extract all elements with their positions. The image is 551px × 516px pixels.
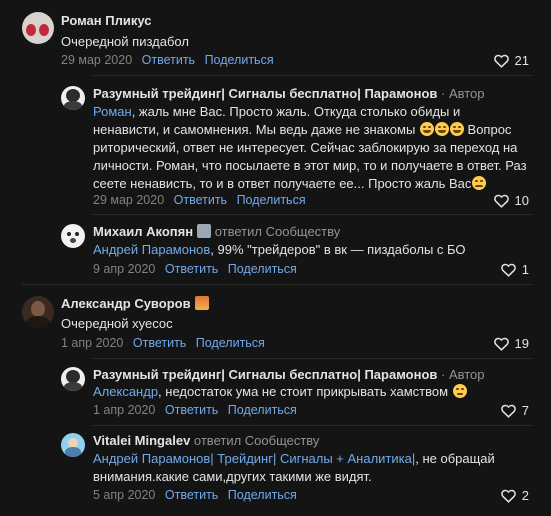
comment-meta: 29 мар 2020 Ответить Поделиться [93, 193, 306, 207]
comment-text: Александр, недостаток ума не стоит прикр… [93, 383, 533, 401]
comment-text: Роман, жаль мне Вас. Просто жаль. Откуда… [93, 104, 527, 191]
like-count: 10 [514, 193, 529, 208]
heart-icon [501, 263, 516, 277]
like-count: 19 [514, 336, 529, 351]
comment-author[interactable]: Александр Суворов [61, 296, 209, 311]
avatar[interactable] [22, 296, 54, 328]
like-button[interactable]: 19 [494, 336, 529, 351]
like-count: 21 [514, 53, 529, 68]
comment-date[interactable]: 5 апр 2020 [93, 488, 155, 502]
like-button[interactable]: 10 [494, 193, 529, 208]
comment-author-reply-2: Разумный трейдинг| Сигналы бесплатно| Па… [0, 359, 551, 425]
heart-icon [501, 404, 516, 418]
avatar[interactable] [61, 224, 85, 248]
heart-icon [494, 194, 509, 208]
sunset-emoji-icon [194, 296, 209, 310]
comment-text: Очередной пиздабол [61, 34, 189, 49]
heart-icon [494, 54, 509, 68]
author-badge: · Автор [437, 86, 485, 101]
comment-text: Андрей Парамонов| Трейдинг| Сигналы + Ан… [93, 451, 495, 484]
reply-button[interactable]: Ответить [142, 53, 195, 67]
share-button[interactable]: Поделиться [228, 403, 297, 417]
avatar[interactable] [61, 86, 85, 110]
mention-link[interactable]: Андрей Парамонов| Трейдинг| Сигналы + Ан… [93, 451, 415, 466]
comment-meta: 9 апр 2020 Ответить Поделиться [93, 262, 297, 276]
comment-date[interactable]: 29 мар 2020 [61, 53, 132, 67]
comment-author[interactable]: Vitalei Mingalev ответил Сообществу [93, 433, 319, 448]
comment-vitalei: Vitalei Mingalev ответил Сообществу Андр… [0, 426, 551, 516]
mention-link[interactable]: Александр [93, 384, 158, 399]
reply-button[interactable]: Ответить [165, 403, 218, 417]
comment-author-reply-1: Разумный трейдинг| Сигналы бесплатно| Па… [0, 76, 551, 214]
author-badge: · Автор [437, 367, 485, 382]
share-button[interactable]: Поделиться [228, 488, 297, 502]
share-button[interactable]: Поделиться [237, 193, 306, 207]
comment-roman: Роман Пликус Очередной пиздабол 29 мар 2… [0, 0, 551, 75]
comment-mikhail: Михаил Акопян ответил Сообществу Андрей … [0, 215, 551, 290]
comment-text: Очередной хуесос [61, 316, 173, 331]
comment-meta: 5 апр 2020 Ответить Поделиться [93, 488, 297, 502]
heart-icon [494, 337, 509, 351]
mention-link[interactable]: Роман [93, 104, 132, 119]
reply-button[interactable]: Ответить [133, 336, 186, 350]
like-count: 7 [521, 403, 529, 418]
cook-emoji-icon [197, 224, 212, 238]
like-button[interactable]: 21 [494, 53, 529, 68]
mention-link[interactable]: Андрей Парамонов [93, 242, 210, 257]
comment-author[interactable]: Разумный трейдинг| Сигналы бесплатно| Па… [93, 86, 485, 101]
sad-emoji-icon [472, 176, 487, 190]
laughing-emoji-icon [449, 122, 464, 136]
replied-to-link[interactable]: Сообществу [266, 224, 341, 239]
comment-meta: 1 апр 2020 Ответить Поделиться [93, 403, 297, 417]
share-button[interactable]: Поделиться [205, 53, 274, 67]
avatar[interactable] [61, 433, 85, 457]
comment-text: Андрей Парамонов, 99% "трейдеров" в вк —… [93, 242, 466, 257]
comment-meta: 1 апр 2020 Ответить Поделиться [61, 336, 265, 350]
comment-author[interactable]: Разумный трейдинг| Сигналы бесплатно| Па… [93, 367, 485, 382]
comment-author[interactable]: Роман Пликус [61, 13, 152, 28]
reply-button[interactable]: Ответить [165, 488, 218, 502]
comment-date[interactable]: 29 мар 2020 [93, 193, 164, 207]
comment-date[interactable]: 1 апр 2020 [61, 336, 123, 350]
comment-date[interactable]: 9 апр 2020 [93, 262, 155, 276]
replied-to-link[interactable]: Сообществу [245, 433, 320, 448]
share-button[interactable]: Поделиться [196, 336, 265, 350]
comment-author[interactable]: Михаил Акопян ответил Сообществу [93, 224, 340, 239]
reply-button[interactable]: Ответить [165, 262, 218, 276]
avatar[interactable] [61, 367, 85, 391]
like-count: 1 [521, 262, 529, 277]
like-button[interactable]: 7 [501, 403, 529, 418]
like-count: 2 [521, 488, 529, 503]
avatar[interactable] [22, 12, 54, 44]
comment-alexander: Александр Суворов Очередной хуесос 1 апр… [0, 285, 551, 360]
grimace-emoji-icon [452, 384, 467, 398]
reply-button[interactable]: Ответить [174, 193, 227, 207]
like-button[interactable]: 2 [501, 488, 529, 503]
comment-meta: 29 мар 2020 Ответить Поделиться [61, 53, 274, 67]
laughing-emoji-icon [434, 122, 449, 136]
like-button[interactable]: 1 [501, 262, 529, 277]
comment-date[interactable]: 1 апр 2020 [93, 403, 155, 417]
heart-icon [501, 489, 516, 503]
share-button[interactable]: Поделиться [228, 262, 297, 276]
laughing-emoji-icon [419, 122, 434, 136]
